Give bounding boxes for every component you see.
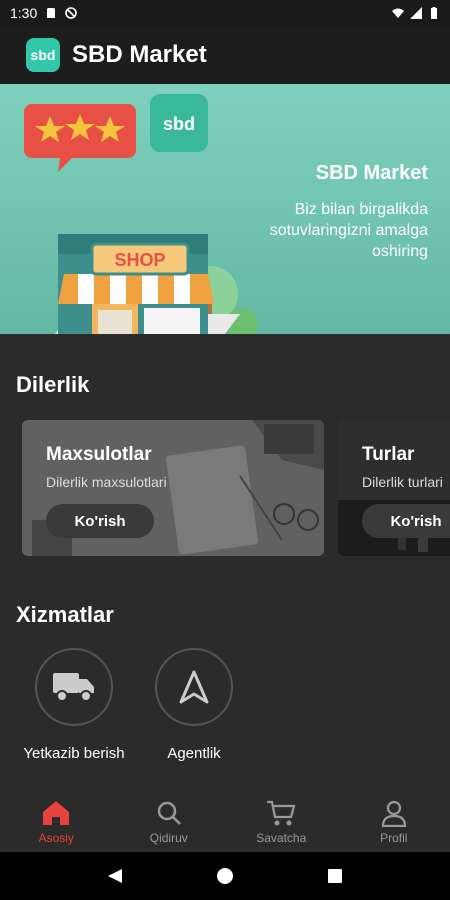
card-title: Turlar <box>362 444 415 465</box>
view-button[interactable]: Ko'rish <box>362 504 450 538</box>
service-icon-circle[interactable] <box>35 648 113 726</box>
nav-label: Savatcha <box>256 831 307 845</box>
home-icon <box>43 801 70 825</box>
bottom-navigation: Asosiy Qidiruv Savatcha Profil <box>0 792 450 852</box>
banner-title: SBD Market <box>315 162 428 184</box>
wifi-icon <box>392 8 404 18</box>
navigation-arrow-icon <box>179 670 209 704</box>
nav-item-search[interactable]: Qidiruv <box>113 792 226 852</box>
profile-icon <box>381 800 406 827</box>
nav-item-home[interactable]: Asosiy <box>0 792 113 852</box>
signal-icon <box>410 7 422 19</box>
card-turlar[interactable]: Turlar Dilerlik turlari Ko'rish <box>338 420 450 556</box>
nav-item-profile[interactable]: Profil <box>338 792 450 852</box>
nav-label: Asosiy <box>38 831 74 845</box>
do-not-disturb-icon <box>65 7 78 19</box>
services-list: Yetkazib berish Agentlik <box>23 648 234 764</box>
section-title-xizmatlar: Xizmatlar <box>16 602 114 627</box>
status-time: 1:30 <box>10 5 38 21</box>
home-button-icon[interactable] <box>216 867 234 885</box>
service-icon-circle[interactable] <box>155 648 233 726</box>
card-subtitle: Dilerlik maxsulotlari <box>46 474 167 490</box>
app-bar: sbd SBD Market <box>0 26 450 84</box>
app-logo-text: sbd <box>30 47 56 63</box>
banner-text: SBD Market Biz bilan birgalikda sotuvlar… <box>258 162 428 262</box>
battery-icon <box>431 7 437 19</box>
app-title: SBD Market <box>72 41 207 68</box>
dilerlik-carousel[interactable]: Maxsulotlar Dilerlik maxsulotlari Ko'ris… <box>22 420 450 558</box>
service-agency[interactable]: Agentlik <box>154 648 234 764</box>
nav-label: Profil <box>380 831 408 845</box>
sd-card-icon <box>47 8 56 18</box>
section-title-dilerlik: Dilerlik <box>16 372 90 397</box>
service-label: Yetkazib berish <box>23 745 125 762</box>
shop-illustration: sbd SHOP <box>24 94 258 334</box>
back-icon[interactable] <box>106 867 124 885</box>
card-maxsulotlar[interactable]: Maxsulotlar Dilerlik maxsulotlari Ko'ris… <box>22 420 324 556</box>
nav-item-cart[interactable]: Savatcha <box>225 792 338 852</box>
service-delivery[interactable]: Yetkazib berish <box>23 648 125 764</box>
nav-label: Qidiruv <box>149 831 188 845</box>
banner-logo-text: sbd <box>163 114 195 134</box>
app-logo: sbd <box>26 38 60 72</box>
shop-sign-text: SHOP <box>114 250 165 270</box>
card-title: Maxsulotlar <box>46 444 152 465</box>
status-bar: 1:30 <box>0 0 450 26</box>
search-icon <box>157 801 181 825</box>
promo-banner[interactable]: sbd SHOP SBD Market Biz bilan birgalikda… <box>0 84 450 334</box>
card-subtitle: Dilerlik turlari <box>362 474 443 490</box>
service-label: Agentlik <box>167 745 221 762</box>
cart-icon <box>267 800 296 826</box>
recents-icon[interactable] <box>326 867 344 885</box>
system-navigation-bar <box>0 852 450 900</box>
banner-subtitle: Biz bilan birgalikda sotuvlaringizni ama… <box>269 201 428 260</box>
view-button[interactable]: Ko'rish <box>46 504 154 538</box>
truck-icon <box>53 673 94 702</box>
